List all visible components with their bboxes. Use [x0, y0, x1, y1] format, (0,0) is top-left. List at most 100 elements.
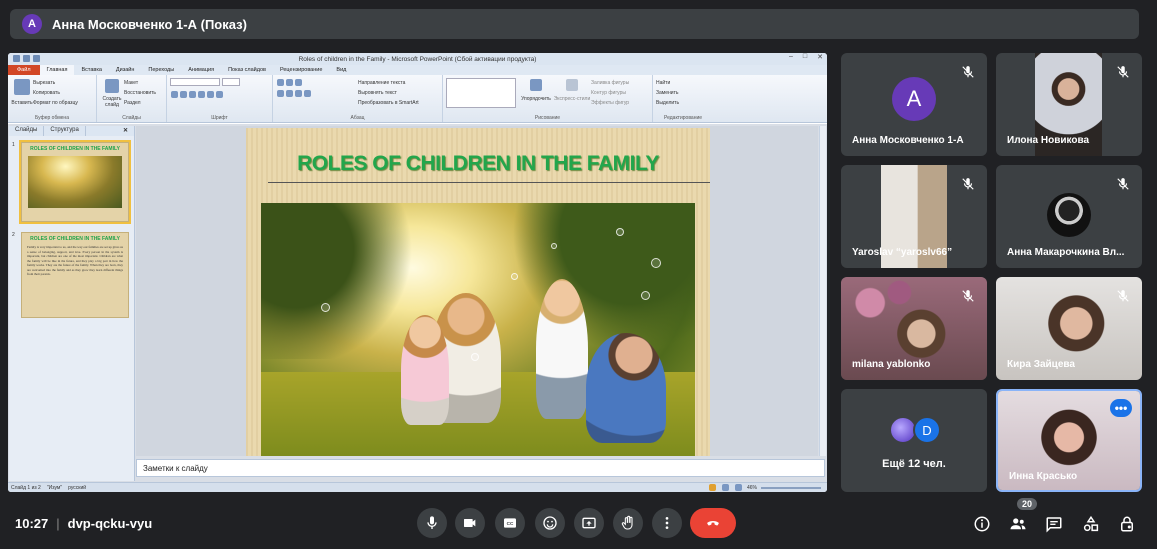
italic-icon[interactable]	[180, 91, 187, 98]
participant-photo	[1047, 193, 1091, 237]
slide-thumbnail-2[interactable]: ROLES OF CHILDREN IN THE FAMILY Family i…	[21, 232, 129, 318]
find-button[interactable]: Найти	[656, 78, 710, 88]
mic-off-icon	[962, 178, 974, 190]
cut-button[interactable]: Вырезать	[33, 78, 78, 88]
participant-tile[interactable]: milana yablonko	[841, 277, 987, 380]
more-options-button[interactable]	[652, 508, 682, 538]
format-painter-button[interactable]: Формат по образцу	[33, 98, 78, 108]
participant-tile[interactable]: A Анна Московченко 1-А	[841, 53, 987, 156]
shadow-icon[interactable]	[207, 91, 214, 98]
tab-design[interactable]: Дизайн	[109, 67, 142, 73]
participant-tile[interactable]: Yaroslav “yaroslv66”	[841, 165, 987, 268]
soap-bubble	[641, 291, 650, 300]
font-color-icon[interactable]	[216, 91, 223, 98]
reset-button[interactable]: Восстановить	[124, 88, 156, 98]
undo-icon[interactable]	[23, 55, 30, 62]
sorter-view-icon[interactable]	[721, 484, 729, 491]
text-direction-button[interactable]: Направление текста	[358, 78, 419, 88]
tab-slides[interactable]: Слайды	[9, 126, 45, 136]
tab-view[interactable]: Вид	[329, 67, 353, 73]
align-right-icon[interactable]	[295, 90, 302, 97]
close-panel-icon[interactable]: ✕	[117, 126, 134, 136]
current-slide[interactable]: ROLES OF CHILDREN IN THE FAMILY	[246, 128, 710, 456]
leave-call-button[interactable]	[690, 508, 736, 538]
maximize-icon[interactable]: □	[803, 53, 807, 61]
tab-transitions[interactable]: Переходы	[141, 67, 181, 73]
info-icon[interactable]	[973, 515, 991, 533]
tab-review[interactable]: Рецензирование	[273, 67, 329, 73]
slide-title[interactable]: ROLES OF CHILDREN IN THE FAMILY	[246, 152, 710, 176]
font-name-box[interactable]	[170, 78, 220, 86]
participant-tile[interactable]: Кира Зайцева	[996, 277, 1142, 380]
reading-view-icon[interactable]	[734, 484, 742, 491]
people-icon[interactable]	[1009, 515, 1027, 533]
reactions-button[interactable]	[535, 508, 565, 538]
shape-effects-button[interactable]: Эффекты фигур	[591, 98, 629, 108]
close-icon[interactable]: ✕	[817, 53, 823, 61]
camera-button[interactable]	[455, 508, 485, 538]
language[interactable]: русский	[68, 485, 86, 491]
shape-outline-button[interactable]: Контур фигуры	[591, 88, 629, 98]
underline-icon[interactable]	[189, 91, 196, 98]
quick-styles-button[interactable]: Экспресс-стили	[553, 94, 591, 104]
layout-button[interactable]: Макет	[124, 78, 156, 88]
host-controls-icon[interactable]	[1118, 515, 1136, 533]
section-button[interactable]: Раздел	[124, 98, 156, 108]
shapes-gallery[interactable]	[446, 78, 516, 108]
strike-icon[interactable]	[198, 91, 205, 98]
numbering-icon[interactable]	[286, 79, 293, 86]
participant-tile[interactable]: Анна Макарочкина Вл...	[996, 165, 1142, 268]
chat-icon[interactable]	[1045, 515, 1063, 533]
align-left-icon[interactable]	[277, 90, 284, 97]
normal-view-icon[interactable]	[708, 484, 716, 491]
family-photo[interactable]	[261, 203, 695, 456]
shape-fill-button[interactable]: Заливка фигуры	[591, 78, 629, 88]
arrange-icon[interactable]	[530, 79, 542, 91]
indent-icon[interactable]	[295, 79, 302, 86]
more-options-icon[interactable]: •••	[1110, 399, 1132, 417]
tab-outline[interactable]: Структура	[44, 126, 86, 136]
new-slide-icon[interactable]	[105, 79, 119, 93]
window-controls[interactable]: – □ ✕	[789, 53, 823, 61]
self-tile[interactable]: ••• Инна Красько	[996, 389, 1142, 492]
zoom-slider[interactable]	[761, 486, 821, 489]
bold-icon[interactable]	[171, 91, 178, 98]
copy-button[interactable]: Копировать	[33, 88, 78, 98]
activities-icon[interactable]	[1082, 515, 1100, 533]
tab-home[interactable]: Главная	[39, 65, 75, 75]
align-center-icon[interactable]	[286, 90, 293, 97]
slide-notes[interactable]: Заметки к слайду	[136, 459, 825, 477]
slide-thumbnail-1[interactable]: ROLES OF CHILDREN IN THE FAMILY	[19, 140, 131, 224]
microphone-button[interactable]	[417, 508, 447, 538]
quick-styles-icon[interactable]	[566, 79, 578, 91]
redo-icon[interactable]	[33, 55, 40, 62]
new-slide-button[interactable]: Создать слайд	[100, 96, 124, 108]
save-icon[interactable]	[13, 55, 20, 62]
bullets-icon[interactable]	[277, 79, 284, 86]
align-text-button[interactable]: Выровнять текст	[358, 88, 419, 98]
shared-screen[interactable]: Roles of children in the Family - Micros…	[8, 53, 827, 492]
paste-icon[interactable]	[14, 79, 30, 95]
vertical-scrollbar[interactable]	[819, 126, 826, 456]
paste-button[interactable]: Вставить	[11, 98, 33, 108]
tab-file[interactable]: Файл	[8, 65, 40, 75]
more-participants-tile[interactable]: D Ещё 12 чел.	[841, 389, 987, 492]
present-button[interactable]	[574, 508, 604, 538]
tab-animation[interactable]: Анимация	[181, 67, 221, 73]
quick-access-toolbar[interactable]	[13, 55, 40, 62]
tab-insert[interactable]: Вставка	[74, 67, 108, 73]
slide-canvas[interactable]: ROLES OF CHILDREN IN THE FAMILY	[136, 126, 818, 456]
minimize-icon[interactable]: –	[789, 53, 793, 61]
raise-hand-button[interactable]	[613, 508, 643, 538]
replace-button[interactable]: Заменить	[656, 88, 710, 98]
meeting-code[interactable]: dvp-qcku-vyu	[68, 516, 153, 531]
arrange-button[interactable]: Упорядочить	[519, 94, 553, 104]
smartart-button[interactable]: Преобразовать в SmartArt	[358, 98, 419, 108]
tab-slideshow[interactable]: Показ слайдов	[221, 67, 273, 73]
captions-button[interactable]: CC	[495, 508, 525, 538]
font-size-box[interactable]	[222, 78, 240, 86]
select-button[interactable]: Выделить	[656, 98, 710, 108]
justify-icon[interactable]	[304, 90, 311, 97]
zoom-level[interactable]: 46%	[747, 485, 757, 491]
participant-tile[interactable]: Илона Новикова	[996, 53, 1142, 156]
